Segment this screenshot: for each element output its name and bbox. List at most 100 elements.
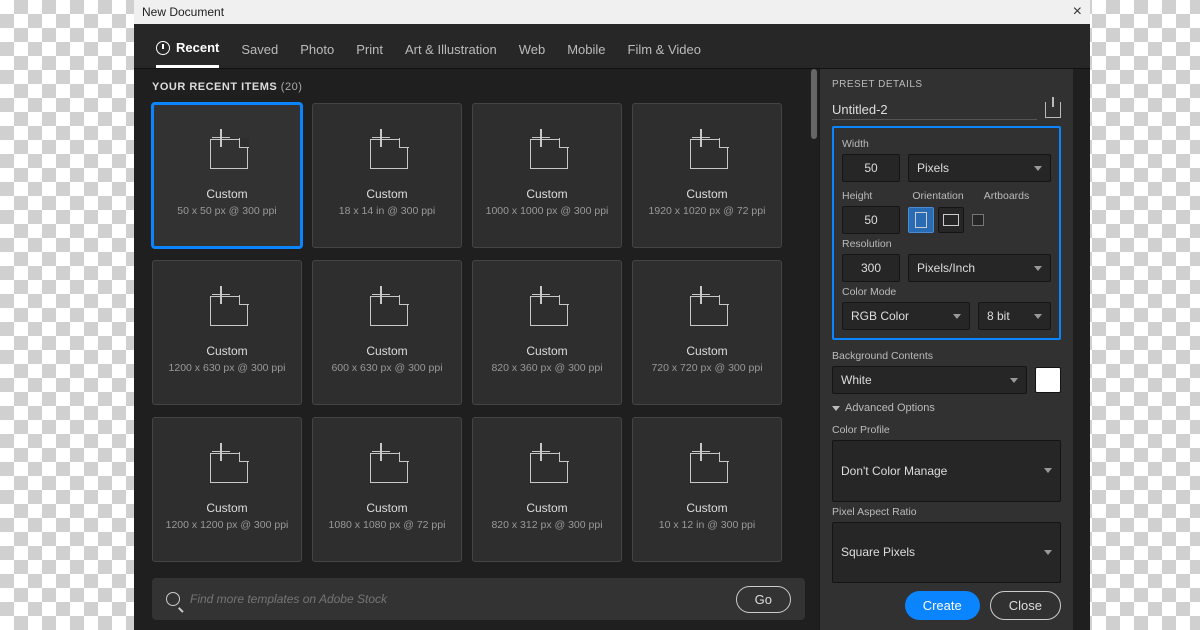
go-button[interactable]: Go — [736, 586, 791, 613]
preset-dimensions: 720 x 720 px @ 300 ppi — [651, 362, 762, 374]
resolution-unit-select[interactable]: Pixels/Inch — [908, 254, 1051, 282]
preset-name: Custom — [206, 187, 247, 201]
width-label: Width — [842, 138, 1051, 150]
width-input[interactable] — [842, 154, 900, 182]
document-name-input[interactable] — [832, 100, 1037, 120]
preset-name: Custom — [686, 187, 727, 201]
export-preset-icon[interactable] — [1045, 102, 1061, 118]
document-icon — [526, 449, 568, 483]
colormode-label: Color Mode — [842, 286, 1051, 298]
colormode-select[interactable]: RGB Color — [842, 302, 970, 330]
tab-mobile[interactable]: Mobile — [567, 34, 605, 68]
document-icon — [526, 292, 568, 326]
search-icon — [166, 592, 180, 606]
clock-icon — [156, 41, 170, 55]
chevron-down-icon — [1034, 266, 1042, 271]
tab-film[interactable]: Film & Video — [628, 34, 701, 68]
document-icon — [526, 135, 568, 169]
bg-color-swatch[interactable] — [1035, 367, 1061, 393]
tab-art[interactable]: Art & Illustration — [405, 34, 497, 68]
par-label: Pixel Aspect Ratio — [832, 506, 1061, 518]
resolution-input[interactable] — [842, 254, 900, 282]
chevron-down-icon — [1044, 468, 1052, 473]
preset-dimensions: 1000 x 1000 px @ 300 ppi — [486, 205, 609, 217]
tab-photo[interactable]: Photo — [300, 34, 334, 68]
chevron-down-icon — [1034, 314, 1042, 319]
chevron-down-icon — [1010, 378, 1018, 383]
document-icon — [206, 449, 248, 483]
preset-item[interactable]: Custom 50 x 50 px @ 300 ppi — [152, 103, 302, 248]
preset-item[interactable]: Custom 820 x 360 px @ 300 ppi — [472, 260, 622, 405]
preset-item[interactable]: Custom 720 x 720 px @ 300 ppi — [632, 260, 782, 405]
stock-search-input[interactable] — [190, 592, 726, 606]
preset-item[interactable]: Custom 1200 x 630 px @ 300 ppi — [152, 260, 302, 405]
window-title: New Document — [142, 5, 224, 19]
preset-details-header: PRESET DETAILS — [832, 79, 1061, 90]
orientation-landscape-button[interactable] — [938, 207, 964, 233]
close-icon[interactable]: × — [1073, 3, 1082, 21]
preset-details-panel: PRESET DETAILS Width Pixels Height Orien… — [819, 69, 1073, 630]
bgcontents-label: Background Contents — [832, 350, 1061, 362]
document-icon — [366, 292, 408, 326]
preset-item[interactable]: Custom 1200 x 1200 px @ 300 ppi — [152, 417, 302, 562]
preset-name: Custom — [366, 501, 407, 515]
unit-select[interactable]: Pixels — [908, 154, 1051, 182]
preset-dimensions: 1200 x 630 px @ 300 ppi — [169, 362, 286, 374]
preset-name: Custom — [526, 501, 567, 515]
new-document-dialog: New Document × Recent Saved Photo Print … — [134, 0, 1090, 630]
preset-name: Custom — [366, 187, 407, 201]
orientation-portrait-button[interactable] — [908, 207, 934, 233]
resolution-label: Resolution — [842, 238, 1051, 250]
preset-item[interactable]: Custom 1000 x 1000 px @ 300 ppi — [472, 103, 622, 248]
document-icon — [686, 449, 728, 483]
document-icon — [206, 292, 248, 326]
preset-item[interactable]: Custom 1920 x 1020 px @ 72 ppi — [632, 103, 782, 248]
preset-item[interactable]: Custom 18 x 14 in @ 300 ppi — [312, 103, 462, 248]
advanced-options-toggle[interactable]: Advanced Options — [832, 402, 1061, 414]
artboards-checkbox[interactable] — [972, 214, 984, 226]
preset-dimensions: 18 x 14 in @ 300 ppi — [339, 205, 435, 217]
document-icon — [366, 135, 408, 169]
scrollbar[interactable] — [811, 69, 817, 139]
preset-dimensions: 10 x 12 in @ 300 ppi — [659, 519, 755, 531]
category-tabs: Recent Saved Photo Print Art & Illustrat… — [134, 24, 1090, 69]
tab-print[interactable]: Print — [356, 34, 383, 68]
tab-web[interactable]: Web — [519, 34, 546, 68]
preset-name: Custom — [366, 344, 407, 358]
document-icon — [366, 449, 408, 483]
bitdepth-select[interactable]: 8 bit — [978, 302, 1051, 330]
dimension-highlight: Width Pixels Height Orientation Artboard… — [832, 126, 1061, 340]
colorprofile-select[interactable]: Don't Color Manage — [832, 440, 1061, 502]
preset-name: Custom — [526, 344, 567, 358]
par-select[interactable]: Square Pixels — [832, 522, 1061, 584]
preset-item[interactable]: Custom 1080 x 1080 px @ 72 ppi — [312, 417, 462, 562]
chevron-down-icon — [1044, 550, 1052, 555]
portrait-icon — [915, 212, 927, 228]
tab-recent[interactable]: Recent — [156, 34, 219, 68]
close-button[interactable]: Close — [990, 591, 1061, 620]
recent-items-header: YOUR RECENT ITEMS (20) — [152, 81, 801, 93]
artboards-label: Artboards — [984, 190, 1030, 202]
preset-item[interactable]: Custom 10 x 12 in @ 300 ppi — [632, 417, 782, 562]
chevron-down-icon — [832, 406, 840, 411]
preset-dimensions: 820 x 360 px @ 300 ppi — [491, 362, 602, 374]
height-input[interactable] — [842, 206, 900, 234]
document-icon — [206, 135, 248, 169]
preset-dimensions: 1200 x 1200 px @ 300 ppi — [166, 519, 289, 531]
colorprofile-label: Color Profile — [832, 424, 1061, 436]
tab-saved[interactable]: Saved — [241, 34, 278, 68]
preset-item[interactable]: Custom 600 x 630 px @ 300 ppi — [312, 260, 462, 405]
stock-search-bar: Go — [152, 578, 805, 620]
height-label: Height — [842, 190, 872, 202]
preset-item[interactable]: Custom 820 x 312 px @ 300 ppi — [472, 417, 622, 562]
preset-name: Custom — [686, 344, 727, 358]
create-button[interactable]: Create — [905, 591, 980, 620]
chevron-down-icon — [953, 314, 961, 319]
preset-dimensions: 820 x 312 px @ 300 ppi — [491, 519, 602, 531]
preset-name: Custom — [686, 501, 727, 515]
preset-dimensions: 1080 x 1080 px @ 72 ppi — [329, 519, 446, 531]
preset-name: Custom — [206, 344, 247, 358]
titlebar: New Document × — [134, 0, 1090, 24]
bgcontents-select[interactable]: White — [832, 366, 1027, 394]
preset-dimensions: 600 x 630 px @ 300 ppi — [331, 362, 442, 374]
